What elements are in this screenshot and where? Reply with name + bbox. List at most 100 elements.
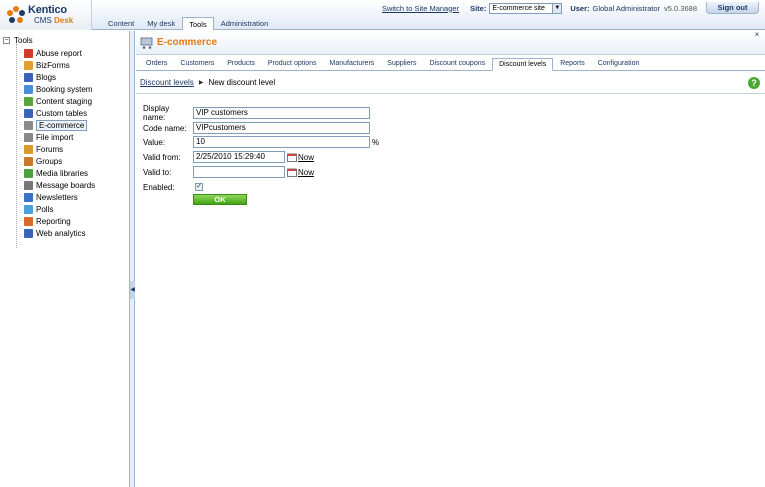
- groups-icon: [24, 156, 33, 166]
- tab-tools[interactable]: Tools: [182, 17, 214, 30]
- value-row: Value:: [143, 136, 193, 148]
- tree-item-media-libraries[interactable]: Media libraries: [24, 167, 95, 179]
- cart-icon: [140, 37, 153, 49]
- tree-item-abuse-report[interactable]: Abuse report: [24, 47, 95, 59]
- top-right-bar: Switch to Site Manager Site: E-commerce …: [382, 2, 765, 14]
- site-label: Site:: [470, 3, 487, 13]
- message-board-icon: [24, 180, 33, 190]
- tree-item-bizforms[interactable]: BizForms: [24, 59, 95, 71]
- forums-icon: [24, 144, 33, 154]
- page-title: E-commerce: [157, 37, 218, 48]
- tree-item-e-commerce[interactable]: E-commerce: [24, 119, 95, 131]
- tab-administration[interactable]: Administration: [215, 17, 275, 30]
- tab-configuration[interactable]: Configuration: [592, 58, 646, 70]
- valid-to-now-link[interactable]: Now: [298, 168, 314, 177]
- calendar-icon[interactable]: [287, 153, 297, 162]
- tree-item-custom-tables[interactable]: Custom tables: [24, 107, 95, 119]
- sign-out-button[interactable]: Sign out: [706, 2, 759, 14]
- tree-item-forums[interactable]: Forums: [24, 143, 95, 155]
- valid-from-label: Valid from:: [143, 152, 181, 162]
- bizforms-icon: [24, 60, 33, 70]
- main-content: E-commerce × Orders Customers Products P…: [136, 31, 765, 487]
- tree-item-content-staging[interactable]: Content staging: [24, 95, 95, 107]
- chevron-down-icon: ▼: [552, 3, 562, 13]
- tree-item-groups[interactable]: Groups: [24, 155, 95, 167]
- version-text: v5.0.3688: [664, 3, 697, 13]
- tree-item-newsletters[interactable]: Newsletters: [24, 191, 95, 203]
- valid-from-input[interactable]: 2/25/2010 15:29:40: [193, 151, 285, 163]
- valid-to-label: Valid to:: [143, 167, 172, 177]
- brand-name: Kentico: [28, 4, 67, 16]
- reporting-icon: [24, 216, 33, 226]
- abuse-report-icon: [24, 48, 33, 58]
- tab-orders[interactable]: Orders: [140, 58, 173, 70]
- value-label: Value:: [143, 137, 166, 147]
- product-name: CMS Desk: [34, 16, 74, 25]
- valid-to-calendar: Now: [287, 166, 314, 178]
- tab-discount-levels[interactable]: Discount levels: [492, 58, 554, 71]
- valid-to-input[interactable]: [193, 166, 285, 178]
- close-icon[interactable]: ×: [753, 31, 761, 39]
- enabled-row: Enabled:: [143, 181, 193, 193]
- tree-item-polls[interactable]: Polls: [24, 203, 95, 215]
- collapse-panel-icon[interactable]: ◀: [130, 281, 135, 299]
- site-select-value: E-commerce site: [492, 4, 545, 12]
- ecommerce-tabs: Orders Customers Products Product option…: [136, 58, 765, 71]
- media-icon: [24, 168, 33, 178]
- tree-item-message-boards[interactable]: Message boards: [24, 179, 95, 191]
- tab-customers[interactable]: Customers: [174, 58, 220, 70]
- tree-items: Abuse report BizForms Blogs Booking syst…: [24, 47, 95, 239]
- staging-icon: [24, 96, 33, 106]
- tools-tree: − Tools Abuse report BizForms Blogs Book…: [0, 31, 130, 487]
- breadcrumb-arrow-icon: ▶: [198, 80, 204, 86]
- valid-from-now-link[interactable]: Now: [298, 153, 314, 162]
- table-icon: [24, 108, 33, 118]
- tab-products[interactable]: Products: [221, 58, 261, 70]
- top-header: Kentico CMS Desk Content My desk Tools A…: [0, 0, 765, 30]
- value-unit: %: [372, 138, 380, 147]
- newsletter-icon: [24, 192, 33, 202]
- help-icon[interactable]: ?: [748, 77, 760, 89]
- display-name-label: Display name:: [143, 104, 170, 122]
- site-select[interactable]: E-commerce site ▼: [489, 2, 563, 14]
- analytics-icon: [24, 228, 33, 238]
- breadcrumb-current: New discount level: [208, 78, 276, 87]
- tab-manufacturers[interactable]: Manufacturers: [324, 58, 381, 70]
- tree-item-booking-system[interactable]: Booking system: [24, 83, 95, 95]
- user-name: Global Administrator: [592, 3, 661, 13]
- tab-my-desk[interactable]: My desk: [141, 17, 181, 30]
- panel-splitter[interactable]: ◀: [130, 31, 135, 487]
- code-name-input[interactable]: VIPcustomers: [193, 122, 370, 134]
- user-label: User:: [570, 3, 590, 13]
- kentico-flower-icon: [7, 6, 25, 23]
- tree-item-web-analytics[interactable]: Web analytics: [24, 227, 95, 239]
- breadcrumb-divider: [136, 93, 765, 94]
- tree-root-tools[interactable]: − Tools: [3, 36, 33, 45]
- code-name-row: Code name:: [143, 122, 193, 134]
- breadcrumb: Discount levels ▶ New discount level: [140, 78, 275, 87]
- tab-suppliers[interactable]: Suppliers: [381, 58, 422, 70]
- valid-to-row: Valid to:: [143, 166, 193, 178]
- enabled-checkbox[interactable]: ✓: [195, 183, 203, 191]
- tab-discount-coupons[interactable]: Discount coupons: [423, 58, 491, 70]
- switch-to-site-manager-link[interactable]: Switch to Site Manager: [382, 4, 459, 13]
- tree-connector: [16, 44, 17, 248]
- tab-product-options[interactable]: Product options: [262, 58, 323, 70]
- tree-item-blogs[interactable]: Blogs: [24, 71, 95, 83]
- ok-button[interactable]: OK: [193, 194, 247, 205]
- polls-icon: [24, 204, 33, 214]
- valid-from-calendar: Now: [287, 151, 314, 163]
- display-name-input[interactable]: VIP customers: [193, 107, 370, 119]
- value-input[interactable]: 10: [193, 136, 370, 148]
- code-name-label: Code name:: [143, 123, 187, 133]
- kentico-logo: Kentico CMS Desk: [0, 0, 92, 30]
- breadcrumb-discount-levels-link[interactable]: Discount levels: [140, 78, 194, 87]
- tree-item-reporting[interactable]: Reporting: [24, 215, 95, 227]
- cart-icon: [24, 120, 33, 130]
- display-name-row: Display name:: [143, 104, 193, 122]
- tab-content[interactable]: Content: [102, 17, 140, 30]
- collapse-icon[interactable]: −: [3, 37, 10, 44]
- tab-reports[interactable]: Reports: [554, 58, 591, 70]
- calendar-icon[interactable]: [287, 168, 297, 177]
- tree-item-file-import[interactable]: File import: [24, 131, 95, 143]
